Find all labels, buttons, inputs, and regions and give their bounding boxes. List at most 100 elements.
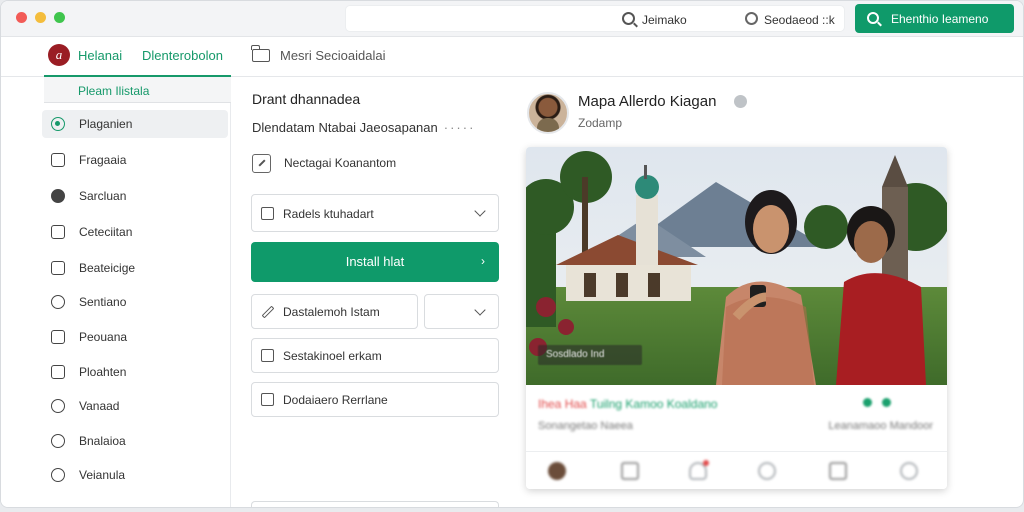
option-field-one-label: Sestakinoel erkam	[283, 349, 382, 363]
maximize-window-button[interactable]	[54, 12, 65, 23]
sidebar-item-plaganien[interactable]: Plaganien	[42, 110, 228, 138]
clock-icon	[51, 468, 65, 482]
scan-icon	[51, 225, 65, 239]
post-card: Sosdlado Ind Ihea Haa Tuilng Kamoo Koald…	[526, 147, 947, 489]
option-field-two[interactable]: Dodaiaero Rerrlane	[251, 382, 499, 417]
brand-name[interactable]: Helanai	[78, 48, 122, 63]
pencil-icon	[261, 305, 275, 319]
sidebar-item-vanaad[interactable]: Vanaad	[42, 392, 228, 420]
sidebar-item-sentiano[interactable]: Sentiano	[42, 288, 228, 316]
sidebar: Pleam Ilistala Plaganien Fragaaia Sarclu…	[1, 77, 231, 507]
user-icon	[51, 399, 65, 413]
option-field-one[interactable]: Sestakinoel erkam	[251, 338, 499, 373]
search-input[interactable]: Jeimako	[642, 13, 687, 27]
nav-meta-link[interactable]: Mesri Secioaidalai	[280, 48, 386, 63]
post-actions	[526, 451, 947, 489]
brand-logo[interactable]: a	[48, 44, 70, 66]
sidebar-item-ploahten[interactable]: Ploahten	[42, 358, 228, 386]
sidebar-item-label: Beateicige	[79, 261, 136, 275]
install-button[interactable]: Install hlat ›	[251, 242, 499, 282]
secondary-search-text[interactable]: Seodaeod ::k	[764, 13, 835, 27]
checkbox-icon	[261, 349, 274, 362]
checkbox[interactable]	[252, 154, 271, 173]
sidebar-item-label: Plaganien	[79, 117, 133, 131]
grid-icon	[51, 153, 65, 167]
form-subtitle: Dlendatam Ntabai Jaeosapanan ·····	[252, 120, 476, 135]
info-icon[interactable]	[734, 95, 747, 108]
post-tags[interactable]: Ihea Haa Tuilng Kamoo Koaldano	[538, 397, 717, 411]
sidebar-subheader[interactable]: Pleam Ilistala	[44, 77, 231, 103]
sidebar-item-label: Ploahten	[79, 365, 127, 379]
form-subtitle-text: Dlendatam Ntabai Jaeosapanan	[252, 120, 438, 135]
minimize-window-button[interactable]	[35, 12, 46, 23]
post-meta-sub: Sonangetao Naeea	[538, 420, 633, 432]
text-input-field[interactable]: Dastalemoh Istam	[251, 294, 418, 329]
sidebar-item-label: Fragaaia	[79, 153, 127, 167]
sidebar-item-label: Veianula	[79, 468, 126, 482]
bookmark-icon[interactable]	[829, 462, 847, 480]
post-tag-red: Ihea Haa	[538, 397, 587, 411]
radio-icon	[51, 117, 65, 131]
share-icon[interactable]	[621, 462, 639, 480]
sidebar-item-label: Sarcluan	[79, 189, 127, 203]
dropdown-label: Radels ktuhadart	[283, 207, 374, 221]
sidebar-item-label: Ceteciitan	[79, 225, 133, 239]
chevron-down-icon	[474, 304, 486, 316]
app-window: Jeimako Seodaeod ::k Ehenthio Ieameno a …	[0, 0, 1024, 508]
chevron-right-icon: ›	[481, 254, 485, 268]
sidebar-item-beateicige[interactable]: Beateicige	[42, 254, 228, 282]
post-meta: Ihea Haa Tuilng Kamoo Koaldano Sonangeta…	[526, 385, 947, 489]
chat-icon	[51, 295, 65, 309]
edit-icon	[261, 207, 274, 220]
nav-link-primary[interactable]: Dlenterobolon	[142, 48, 223, 63]
post-photo[interactable]: Sosdlado Ind	[526, 147, 947, 385]
post-date: Zodamp	[578, 116, 623, 130]
circle-icon	[745, 12, 758, 25]
close-window-button[interactable]	[16, 12, 27, 23]
top-cta-label: Ehenthio Ieameno	[891, 12, 989, 26]
sidebar-item-label: Vanaad	[79, 399, 120, 413]
photo-caption: Sosdlado Ind	[538, 345, 642, 365]
status-dots	[863, 398, 891, 408]
small-dropdown[interactable]	[424, 294, 499, 329]
sidebar-item-label: Sentiano	[79, 295, 127, 309]
option-field-two-label: Dodaiaero Rerrlane	[283, 393, 388, 407]
post-author[interactable]: Mapa Allerdo Kiagan	[578, 93, 716, 110]
partial-field[interactable]	[251, 501, 499, 507]
post-tag-green: Tuilng Kamoo Koaldano	[589, 397, 718, 411]
checkbox-icon	[261, 393, 274, 406]
comment-icon[interactable]	[758, 462, 776, 480]
sidebar-item-label: Peouana	[79, 330, 128, 344]
edit-icon	[51, 365, 65, 379]
checkbox-label: Nectagai Koanantom	[284, 156, 397, 170]
text-input-label: Dastalemoh Istam	[283, 305, 380, 319]
post-meta-sub-right: Leanamaoo Mandoor	[828, 420, 933, 432]
title-bar: Jeimako Seodaeod ::k Ehenthio Ieameno	[1, 1, 1023, 37]
nav-bar: a Helanai Dlenterobolon Mesri Secioaidal…	[1, 37, 1023, 77]
sidebar-subheader-label: Pleam Ilistala	[78, 84, 150, 98]
person-icon	[51, 434, 65, 448]
install-button-label: Install hlat	[345, 254, 405, 269]
like-icon[interactable]	[689, 460, 709, 480]
folder-icon[interactable]	[251, 45, 270, 62]
sidebar-item-veianula[interactable]: Veianula	[42, 461, 228, 489]
sidebar-item-peouana[interactable]: Peouana	[42, 323, 228, 351]
sidebar-item-sarcluan[interactable]: Sarcluan	[42, 182, 228, 210]
dropdown-select[interactable]: Radels ktuhadart	[251, 194, 499, 232]
search-icon	[622, 12, 635, 25]
chevron-down-icon	[474, 205, 486, 217]
sidebar-item-bnalaioa[interactable]: Bnalaioa	[42, 427, 228, 455]
box-icon	[51, 330, 65, 344]
sidebar-item-fragaaia[interactable]: Fragaaia	[42, 146, 228, 174]
top-cta-button[interactable]: Ehenthio Ieameno	[855, 4, 1014, 33]
calendar-icon	[51, 261, 65, 275]
search-icon	[867, 12, 879, 24]
sidebar-item-ceteciitan[interactable]: Ceteciitan	[42, 218, 228, 246]
form-title: Drant dhannadea	[252, 91, 361, 107]
disc-icon	[51, 189, 65, 203]
commenter-avatar[interactable]	[548, 462, 566, 480]
author-avatar[interactable]	[527, 92, 569, 134]
sidebar-item-label: Bnalaioa	[79, 434, 126, 448]
search-bar[interactable]: Jeimako Seodaeod ::k	[345, 5, 845, 32]
more-icon[interactable]	[900, 462, 918, 480]
